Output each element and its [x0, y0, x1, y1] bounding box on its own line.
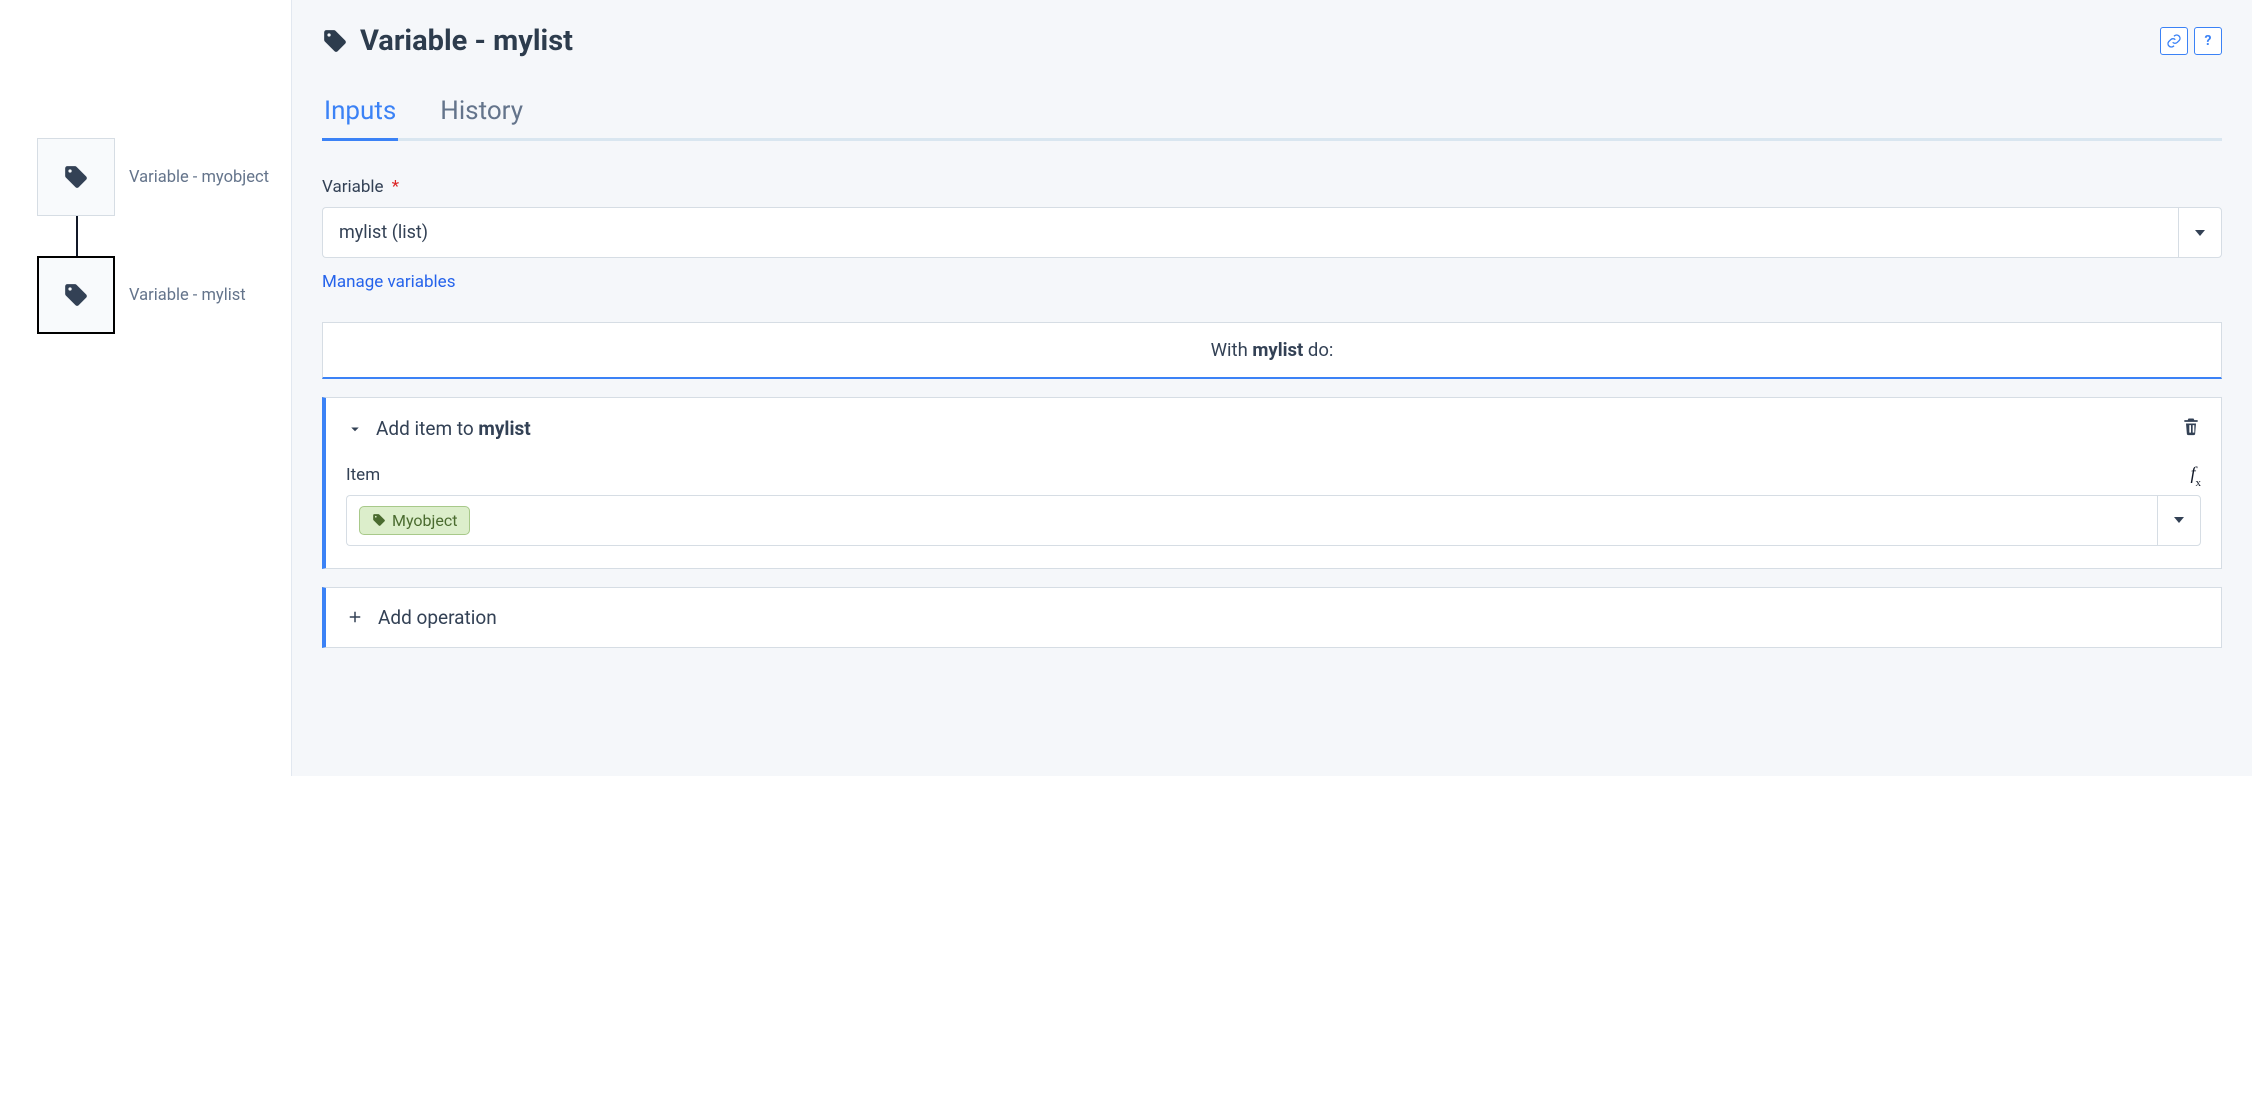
operation-collapse-toggle[interactable]: Add item to mylist: [346, 417, 531, 440]
formula-toggle-button[interactable]: fx: [2190, 463, 2201, 487]
node-label: Variable - myobject: [129, 168, 269, 187]
help-button[interactable]: ?: [2194, 27, 2222, 55]
item-input[interactable]: Myobject: [346, 495, 2157, 546]
editor-panel: Variable - mylist ? Inputs History Varia…: [292, 0, 2252, 776]
add-operation-button[interactable]: Add operation: [322, 587, 2222, 648]
node-box[interactable]: [37, 138, 115, 216]
variable-pill-myobject[interactable]: Myobject: [359, 506, 470, 535]
required-marker: *: [392, 177, 399, 197]
add-operation-label: Add operation: [378, 606, 497, 629]
help-icon: ?: [2205, 33, 2212, 49]
tag-icon: [372, 513, 386, 527]
variable-select[interactable]: mylist (list): [322, 207, 2178, 258]
chevron-down-icon: [346, 420, 364, 438]
manage-variables-link[interactable]: Manage variables: [322, 272, 455, 292]
tag-icon: [63, 164, 89, 190]
node-box[interactable]: [37, 256, 115, 334]
workflow-canvas: Variable - myobject Variable - mylist: [0, 0, 292, 776]
node-connector: [76, 216, 78, 256]
item-field-label: Item: [346, 465, 380, 485]
trash-icon: [2181, 416, 2201, 436]
tag-icon: [322, 28, 348, 54]
chevron-down-icon: [2195, 230, 2205, 236]
node-variable-myobject[interactable]: Variable - myobject: [37, 138, 269, 216]
node-variable-mylist[interactable]: Variable - mylist: [37, 256, 246, 334]
page-title-text: Variable - mylist: [360, 24, 573, 58]
operation-card-add-item: Add item to mylist Item fx Myobject: [322, 397, 2222, 569]
delete-operation-button[interactable]: [2181, 416, 2201, 441]
tab-history[interactable]: History: [438, 92, 525, 141]
chevron-down-icon: [2174, 517, 2184, 523]
tag-icon: [63, 282, 89, 308]
tab-inputs[interactable]: Inputs: [322, 92, 398, 141]
variable-select-caret[interactable]: [2178, 207, 2222, 258]
plus-icon: [346, 608, 364, 626]
link-button[interactable]: [2160, 27, 2188, 55]
node-label: Variable - mylist: [129, 286, 246, 305]
link-icon: [2166, 33, 2182, 49]
variable-field-label: Variable *: [322, 177, 2222, 197]
item-input-menu[interactable]: [2157, 495, 2201, 546]
page-title: Variable - mylist: [322, 24, 573, 58]
with-block-header: With mylist do:: [322, 322, 2222, 379]
variable-field: Variable * mylist (list) Manage variable…: [322, 177, 2222, 292]
tabs: Inputs History: [322, 92, 2222, 141]
